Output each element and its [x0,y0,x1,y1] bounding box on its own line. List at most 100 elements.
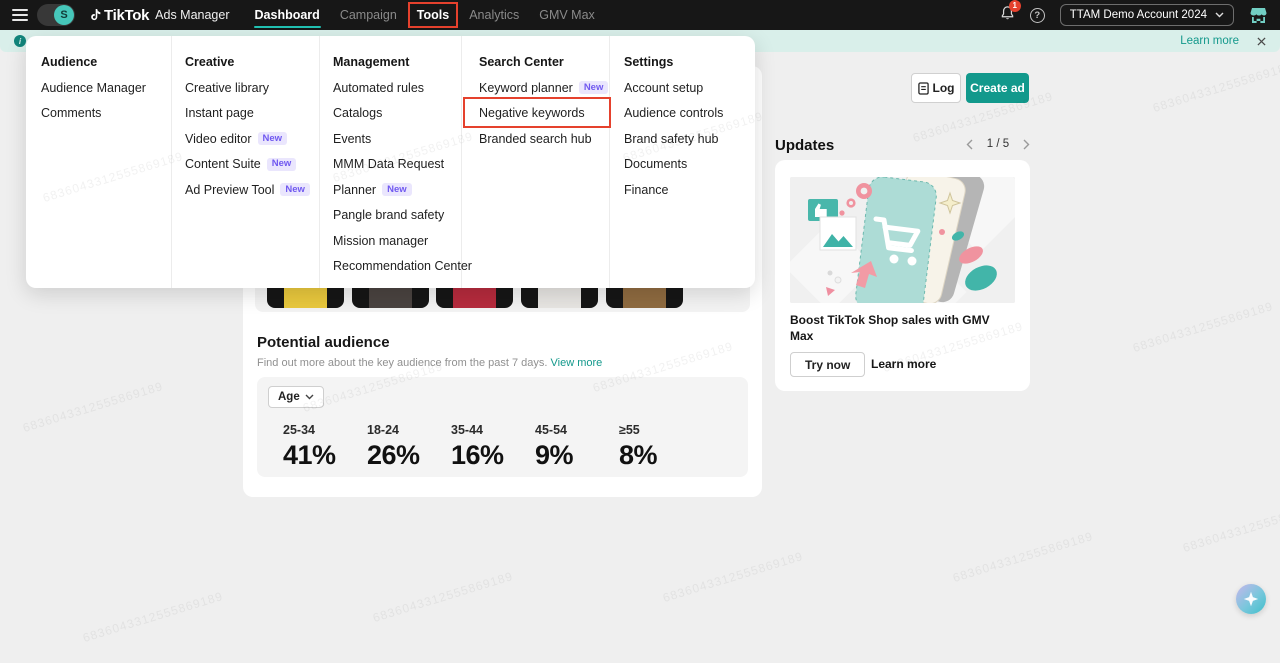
top-navigation-bar: S TikTok Ads Manager Dashboard Campaign … [0,0,1280,30]
divider [609,36,610,288]
menu-item-keyword-planner[interactable]: Keyword plannerNew [479,75,605,101]
view-more-link[interactable]: View more [551,357,603,369]
tools-dropdown-menu: Audience Audience Manager Comments Creat… [26,36,755,288]
menu-item-label: Recommendation Center [333,259,472,273]
menu-item-creative-library[interactable]: Creative library [185,75,315,101]
page-indicator: 1 / 5 [987,138,1009,150]
menu-item-automated-rules[interactable]: Automated rules [333,75,457,101]
create-ad-button[interactable]: Create ad [966,73,1029,103]
hamburger-menu-icon[interactable] [12,9,28,21]
menu-item-label: Creative library [185,81,269,95]
new-badge: New [382,183,412,196]
menu-column-search-center: Search Center Keyword plannerNew Negativ… [479,50,605,152]
menu-item-negative-keywords[interactable]: Negative keywords [479,101,605,127]
menu-column-management: Management Automated rules Catalogs Even… [333,50,457,279]
menu-item-audience-controls[interactable]: Audience controls [624,101,742,127]
watermark-text: 6836043312555869189 [21,379,165,435]
age-stat: 18-24 26% [367,423,451,471]
try-now-button[interactable]: Try now [790,352,865,377]
menu-item-label: Ad Preview Tool [185,183,274,197]
menu-item-label: Planner [333,183,376,197]
menu-item-recommendation-center[interactable]: Recommendation Center [333,254,457,280]
document-icon [918,82,929,95]
chevron-right-icon[interactable] [1023,139,1030,150]
user-avatar[interactable]: S [37,4,75,26]
account-selector[interactable]: TTAM Demo Account 2024 [1060,4,1234,26]
menu-header: Management [333,50,457,75]
nav-gmv-max[interactable]: GMV Max [538,0,596,30]
menu-item-mission-manager[interactable]: Mission manager [333,228,457,254]
menu-item-label: Instant page [185,106,254,120]
chevron-left-icon[interactable] [966,139,973,150]
menu-item-account-setup[interactable]: Account setup [624,75,742,101]
info-icon: i [14,35,26,47]
nav-analytics[interactable]: Analytics [468,0,520,30]
menu-item-label: Negative keywords [479,106,585,120]
new-badge: New [267,158,297,171]
page-actions: Log Create ad [911,73,1029,103]
banner-learn-more-link[interactable]: Learn more [1180,35,1239,47]
menu-header: Creative [185,50,315,75]
age-stat: 25-34 41% [283,423,367,471]
log-button[interactable]: Log [911,73,961,103]
age-percentage: 41% [283,440,367,471]
menu-item-label: Keyword planner [479,81,573,95]
avatar-initial: S [54,5,74,25]
ai-assistant-button[interactable] [1236,584,1266,614]
menu-item-video-editor[interactable]: Video editorNew [185,126,315,152]
age-range: 18-24 [367,423,451,437]
menu-item-ad-preview-tool[interactable]: Ad Preview ToolNew [185,177,315,203]
age-stat: 45-54 9% [535,423,619,471]
nav-tools-label: Tools [417,8,449,22]
menu-item-events[interactable]: Events [333,126,457,152]
age-filter-label: Age [278,391,300,403]
nav-campaign[interactable]: Campaign [339,0,398,30]
tiktok-logo[interactable]: TikTok Ads Manager [88,7,230,24]
age-stat: 35-44 16% [451,423,535,471]
menu-item-pangle-brand-safety[interactable]: Pangle brand safety [333,203,457,229]
business-center-icon[interactable] [1249,7,1268,24]
watermark-text: 6836043312555869189 [1151,59,1280,115]
menu-item-finance[interactable]: Finance [624,177,742,203]
menu-item-planner[interactable]: Planner New [333,177,457,203]
menu-item-label: Documents [624,157,687,171]
topbar-right-controls: 1 ? TTAM Demo Account 2024 [1000,4,1268,26]
chevron-down-icon [305,394,314,400]
menu-item-label: Audience controls [624,106,723,120]
age-filter-dropdown[interactable]: Age [268,386,324,408]
age-percentage: 26% [367,440,451,471]
updates-learn-more-link[interactable]: Learn more [871,357,936,371]
potential-audience-title: Potential audience [257,334,390,351]
divider [319,36,320,288]
watermark-text: 6836043312555869189 [951,529,1095,585]
menu-column-creative: Creative Creative library Instant page V… [185,50,315,203]
menu-item-brand-safety-hub[interactable]: Brand safety hub [624,126,742,152]
menu-item-comments[interactable]: Comments [41,101,165,127]
divider [461,36,462,288]
main-nav: Dashboard Campaign Tools Analytics GMV M… [254,0,596,30]
notifications-bell-icon[interactable]: 1 [1000,5,1015,26]
help-icon[interactable]: ? [1030,8,1045,23]
menu-item-mmm-data-request[interactable]: MMM Data Request [333,152,457,178]
watermark-text: 6836043312555869189 [1181,499,1280,555]
new-badge: New [258,132,288,145]
menu-item-audience-manager[interactable]: Audience Manager [41,75,165,101]
menu-item-label: Events [333,132,371,146]
notification-count-badge: 1 [1009,0,1021,12]
close-icon[interactable] [1257,37,1266,46]
watermark-text: 6836043312555869189 [371,569,515,625]
nav-tools[interactable]: Tools [416,0,450,30]
menu-item-documents[interactable]: Documents [624,152,742,178]
menu-item-content-suite[interactable]: Content SuiteNew [185,152,315,178]
menu-item-label: Account setup [624,81,703,95]
watermark-text: 6836043312555869189 [81,589,225,645]
menu-item-instant-page[interactable]: Instant page [185,101,315,127]
subtitle-text: Find out more about the key audience fro… [257,357,547,369]
age-stat: ≥55 8% [619,423,703,471]
age-stats-row: 25-34 41% 18-24 26% 35-44 16% 45-54 9% ≥… [283,423,703,471]
tiktok-ads-manager-screen: i Learn more Potential audience Find out… [0,0,1280,663]
menu-item-branded-search-hub[interactable]: Branded search hub [479,126,605,152]
menu-item-label: Mission manager [333,234,428,248]
menu-item-catalogs[interactable]: Catalogs [333,101,457,127]
nav-dashboard[interactable]: Dashboard [254,0,321,30]
